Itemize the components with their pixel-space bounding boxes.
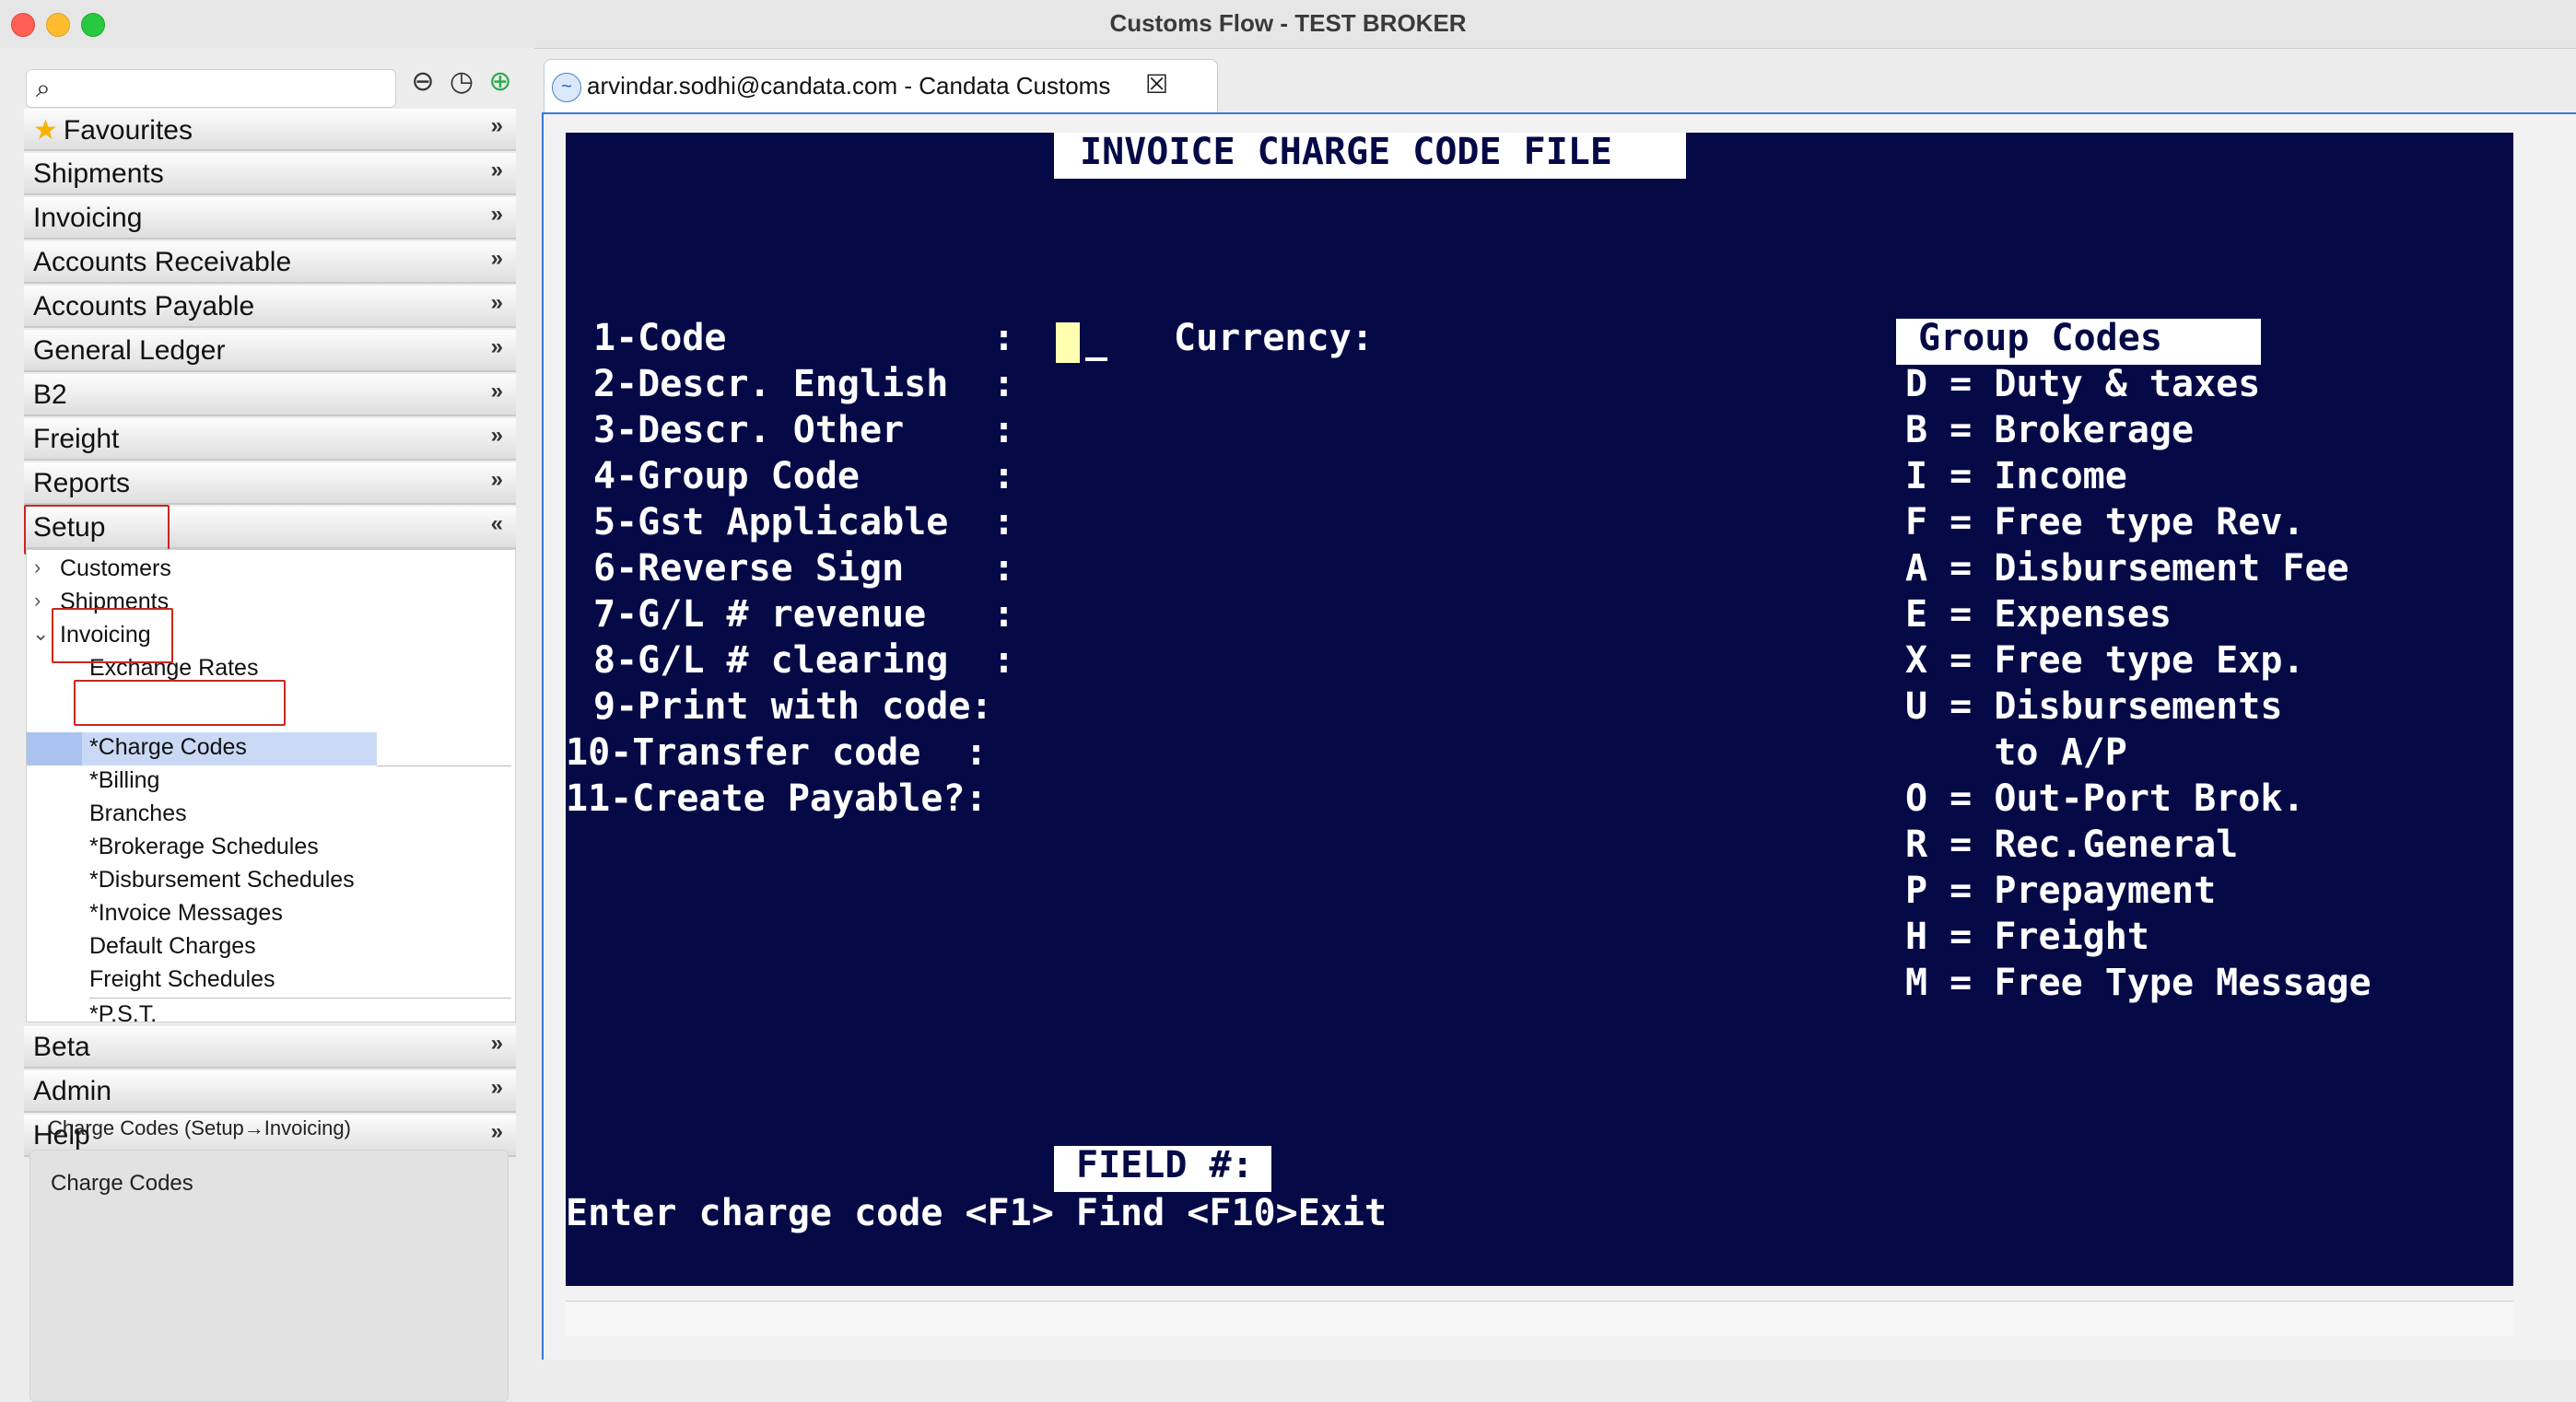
- screen-title-box: INVOICE CHARGE CODE FILE: [1054, 131, 1686, 179]
- category-reports[interactable]: Reports »: [24, 462, 516, 505]
- back-icon[interactable]: ⊖: [407, 66, 439, 98]
- tree-item-disbursement-schedules[interactable]: *Disbursement Schedules: [89, 867, 355, 894]
- tab-label: arvindar.sodhi@candata.com - Candata Cus…: [587, 72, 1111, 99]
- description-text: Charge Codes: [51, 1171, 193, 1196]
- divider: [377, 765, 511, 766]
- currency-label: Currency:: [1174, 317, 1374, 359]
- divider: [89, 998, 511, 999]
- field-reverse-sign-label: 6-Reverse Sign :: [593, 547, 1015, 590]
- tree-item-default-charges[interactable]: Default Charges: [89, 933, 256, 960]
- group-code-item: A = Disbursement Fee: [1905, 547, 2349, 590]
- chevron-down-icon: »: [490, 1075, 503, 1100]
- current-path: Charge Codes (Setup→Invoicing): [48, 1116, 351, 1139]
- field-print-with-code-label: 9-Print with code:: [593, 685, 993, 728]
- description-panel: Charge Codes: [29, 1150, 509, 1402]
- group-code-item: M = Free Type Message: [1905, 962, 2371, 1004]
- field-transfer-code-label: 10-Transfer code :: [566, 731, 988, 774]
- chevron-down-icon: »: [490, 158, 503, 182]
- group-code-item: X = Free type Exp.: [1905, 639, 2305, 682]
- chevron-down-icon: »: [490, 1119, 503, 1144]
- star-icon: ★: [33, 115, 58, 146]
- session-pane: INVOICE CHARGE CODE FILE 1-Code : 2-Desc…: [542, 112, 2576, 1360]
- chevron-down-icon[interactable]: ⌄: [32, 622, 49, 646]
- screen-title: INVOICE CHARGE CODE FILE: [1080, 131, 1612, 173]
- chevron-down-icon: »: [490, 290, 503, 315]
- tree-item-invoice-messages[interactable]: *Invoice Messages: [89, 900, 283, 927]
- group-code-item: R = Rec.General: [1905, 824, 2239, 866]
- annotation-box-invoicing: [52, 608, 173, 663]
- field-code-label: 1-Code :: [593, 317, 1015, 359]
- tree-item-pst[interactable]: *P.S.T.: [89, 1001, 157, 1022]
- add-icon[interactable]: ⊕: [485, 66, 516, 98]
- category-accounts-payable[interactable]: Accounts Payable »: [24, 286, 516, 328]
- group-code-item: B = Brokerage: [1905, 409, 2195, 451]
- field-descr-english-label: 2-Descr. English :: [593, 363, 1015, 405]
- field-prompt: FIELD #:: [1076, 1144, 1254, 1186]
- group-code-item: O = Out-Port Brok.: [1905, 777, 2305, 820]
- category-beta[interactable]: Beta »: [24, 1026, 516, 1069]
- category-b2[interactable]: B2 »: [24, 374, 516, 416]
- chevron-down-icon: »: [490, 334, 503, 359]
- field-gl-revenue-label: 7-G/L # revenue :: [593, 593, 1015, 636]
- group-code-item: I = Income: [1905, 455, 2127, 497]
- group-code-item: P = Prepayment: [1905, 870, 2217, 912]
- candata-logo-icon: ~: [552, 73, 581, 102]
- tree-item-charge-codes[interactable]: *Charge Codes: [89, 734, 247, 761]
- chevron-right-icon[interactable]: ›: [34, 589, 41, 613]
- text-cursor[interactable]: [1056, 322, 1080, 363]
- group-code-item: E = Expenses: [1905, 593, 2172, 636]
- session-tab[interactable]: ~ arvindar.sodhi@candata.com - Candata C…: [544, 59, 1218, 113]
- category-invoicing[interactable]: Invoicing »: [24, 197, 516, 240]
- chevron-down-icon: »: [490, 423, 503, 448]
- field-prompt-box: FIELD #:: [1054, 1144, 1271, 1192]
- tree-item-freight-schedules[interactable]: Freight Schedules: [89, 966, 275, 993]
- close-tab-icon[interactable]: ☒: [1145, 69, 1168, 99]
- field-gst-applicable-label: 5-Gst Applicable :: [593, 501, 1015, 543]
- main-area: ~ arvindar.sodhi@candata.com - Candata C…: [542, 59, 2576, 1360]
- field-descr-other-label: 3-Descr. Other :: [593, 409, 1015, 451]
- group-code-item: H = Freight: [1905, 916, 2149, 958]
- search-icon: ⌕: [36, 74, 51, 102]
- status-strip: [566, 1301, 2513, 1337]
- group-code-item: U = Disbursements: [1905, 685, 2283, 728]
- category-accounts-receivable[interactable]: Accounts Receivable »: [24, 241, 516, 284]
- chevron-down-icon: »: [490, 246, 503, 271]
- sidebar: ⌕ ⊖ ◷ ⊕ ★ Favourites » Shipments » Invoic…: [0, 48, 534, 1402]
- category-general-ledger[interactable]: General Ledger »: [24, 330, 516, 372]
- chevron-down-icon: »: [490, 202, 503, 227]
- tree-item-billing[interactable]: *Billing: [89, 767, 159, 794]
- chevron-down-icon: »: [490, 379, 503, 403]
- group-codes-title: Group Codes: [1918, 317, 2162, 359]
- field-gl-clearing-label: 8-G/L # clearing :: [593, 639, 1015, 682]
- tree-item-brokerage-schedules[interactable]: *Brokerage Schedules: [89, 834, 319, 860]
- group-codes-title-box: Group Codes: [1896, 317, 2261, 365]
- tree-item-branches[interactable]: Branches: [89, 800, 187, 827]
- code-input-underline: [1085, 357, 1107, 361]
- category-shipments[interactable]: Shipments »: [24, 153, 516, 195]
- field-create-payable-label: 11-Create Payable?:: [566, 777, 988, 820]
- chevron-right-icon[interactable]: ›: [34, 555, 41, 579]
- field-group-code-label: 4-Group Code :: [593, 455, 1015, 497]
- terminal-screen[interactable]: INVOICE CHARGE CODE FILE 1-Code : 2-Desc…: [566, 131, 2513, 1286]
- selected-row-marker: [27, 732, 82, 765]
- group-code-item: F = Free type Rev.: [1905, 501, 2305, 543]
- help-line: Enter charge code <F1> Find <F10>Exit: [566, 1192, 1388, 1234]
- chevron-down-icon: »: [490, 1031, 503, 1056]
- search-input[interactable]: ⌕: [26, 69, 396, 108]
- category-freight[interactable]: Freight »: [24, 418, 516, 461]
- chevron-down-icon: »: [490, 467, 503, 492]
- chevron-down-icon: »: [490, 113, 503, 138]
- window-titlebar: Customs Flow - TEST BROKER: [0, 0, 2576, 49]
- category-favourites[interactable]: ★ Favourites »: [24, 109, 516, 151]
- window-title: Customs Flow - TEST BROKER: [1109, 9, 1467, 37]
- annotation-box-setup: [24, 505, 170, 555]
- group-code-item: to A/P: [1905, 731, 2127, 774]
- category-admin[interactable]: Admin »: [24, 1070, 516, 1113]
- history-icon[interactable]: ◷: [446, 66, 477, 98]
- tree-item-customers[interactable]: Customers: [60, 555, 171, 582]
- group-code-item: D = Duty & taxes: [1905, 363, 2261, 405]
- chevron-up-icon: «: [490, 511, 503, 536]
- annotation-box-charge-codes: [74, 680, 286, 726]
